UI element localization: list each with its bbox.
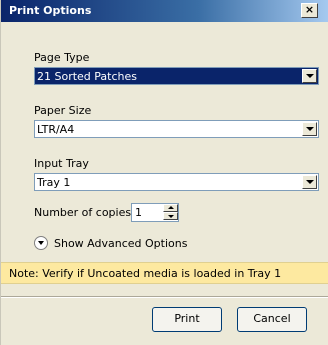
note-banner: Note: Verify if Uncoated media is loaded… bbox=[1, 262, 328, 284]
paper-size-label: Paper Size bbox=[34, 104, 92, 117]
print-button[interactable]: Print bbox=[152, 307, 222, 332]
input-tray-value: Tray 1 bbox=[37, 176, 71, 189]
close-icon: × bbox=[304, 3, 315, 16]
paper-size-value: LTR/A4 bbox=[37, 123, 75, 136]
note-text: Note: Verify if Uncoated media is loaded… bbox=[9, 267, 282, 280]
paper-size-select[interactable]: LTR/A4 bbox=[34, 120, 319, 138]
chevron-down-icon[interactable] bbox=[302, 69, 317, 83]
input-tray-label: Input Tray bbox=[34, 157, 89, 170]
close-button[interactable]: × bbox=[301, 3, 318, 18]
page-type-select[interactable]: 21 Sorted Patches bbox=[34, 67, 319, 85]
spin-up-icon[interactable] bbox=[163, 204, 178, 212]
copies-label: Number of copies: bbox=[34, 206, 135, 219]
page-type-label: Page Type bbox=[34, 51, 90, 64]
title-bar[interactable]: Print Options × bbox=[1, 0, 328, 22]
cancel-button[interactable]: Cancel bbox=[237, 307, 307, 332]
input-tray-select[interactable]: Tray 1 bbox=[34, 173, 319, 191]
copies-stepper[interactable]: 1 bbox=[131, 203, 179, 222]
expand-circle-icon[interactable] bbox=[34, 236, 48, 250]
spin-down-icon[interactable] bbox=[163, 212, 178, 220]
dialog-title: Print Options bbox=[9, 4, 92, 17]
page-type-value: 21 Sorted Patches bbox=[37, 70, 137, 83]
print-options-dialog: Print Options × Page Type 21 Sorted Patc… bbox=[0, 0, 328, 345]
chevron-down-icon[interactable] bbox=[302, 175, 317, 189]
divider bbox=[1, 296, 328, 298]
show-advanced-options-label[interactable]: Show Advanced Options bbox=[54, 237, 187, 250]
copies-value[interactable]: 1 bbox=[135, 206, 142, 219]
chevron-down-icon[interactable] bbox=[302, 122, 317, 136]
